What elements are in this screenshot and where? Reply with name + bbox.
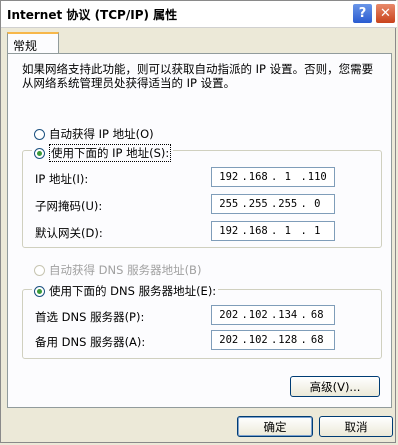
description-text: 如果网络支持此功能，则可以获取自动指派的 IP 设置。否则，您需要从网络系统管理… — [22, 62, 374, 90]
mask-octet-1: 255 — [219, 198, 239, 210]
preferred-dns-field[interactable]: 202. 102. 134. 68 — [211, 305, 335, 325]
auto-ip-label: 自动获得 IP 地址(O) — [49, 127, 154, 141]
adns-octet-2: 102 — [248, 334, 268, 346]
subnet-mask-label: 子网掩码(U): — [35, 199, 103, 213]
manual-dns-option[interactable]: 使用下面的 DNS 服务器地址(E): — [32, 283, 219, 299]
alternate-dns-field[interactable]: 202. 102. 128. 68 — [211, 330, 335, 350]
ip-address-label: IP 地址(I): — [35, 172, 89, 186]
help-button[interactable]: ? — [352, 3, 373, 24]
mask-octet-3: 255 — [278, 198, 298, 210]
ip-address-field[interactable]: 192. 168. 1. 110 — [211, 167, 335, 187]
auto-dns-label: 自动获得 DNS 服务器地址(B) — [49, 263, 202, 277]
auto-ip-option[interactable]: 自动获得 IP 地址(O) — [34, 126, 154, 142]
general-panel: 如果网络支持此功能，则可以获取自动指派的 IP 设置。否则，您需要从网络系统管理… — [7, 53, 392, 408]
manual-ip-option[interactable]: 使用下面的 IP 地址(S): — [32, 144, 174, 162]
cancel-button[interactable]: 取消 — [319, 416, 393, 437]
auto-ip-radio[interactable] — [34, 128, 45, 140]
tab-general[interactable]: 常规 — [7, 32, 59, 54]
preferred-dns-label: 首选 DNS 服务器(P): — [35, 310, 145, 324]
ok-button[interactable]: 确定 — [237, 416, 313, 437]
window-title: Internet 协议 (TCP/IP) 属性 — [7, 8, 178, 22]
pdns-octet-4: 68 — [310, 309, 324, 321]
manual-ip-label: 使用下面的 IP 地址(S): — [49, 144, 172, 162]
manual-dns-label: 使用下面的 DNS 服务器地址(E): — [49, 284, 217, 298]
alternate-dns-label: 备用 DNS 服务器(A): — [35, 335, 146, 349]
ip-octet-3: 1 — [284, 171, 291, 183]
gw-octet-2: 168 — [248, 225, 268, 237]
gw-octet-4: 1 — [314, 225, 321, 237]
gw-octet-1: 192 — [219, 225, 239, 237]
auto-dns-option: 自动获得 DNS 服务器地址(B) — [34, 262, 201, 278]
tab-general-label: 常规 — [13, 39, 38, 53]
subnet-mask-field[interactable]: 255. 255. 255. 0 — [211, 194, 335, 214]
default-gateway-label: 默认网关(D): — [35, 226, 103, 240]
ok-button-label: 确定 — [263, 419, 287, 434]
manual-dns-radio[interactable] — [34, 285, 45, 297]
adns-octet-1: 202 — [219, 334, 239, 346]
ip-octet-2: 168 — [248, 171, 268, 183]
pdns-octet-1: 202 — [219, 309, 239, 321]
close-button[interactable]: ✕ — [375, 3, 396, 24]
advanced-button-label: 高级(V)... — [309, 379, 361, 394]
adns-octet-4: 68 — [310, 334, 324, 346]
mask-octet-4: 0 — [314, 198, 321, 210]
dialog-window: Internet 协议 (TCP/IP) 属性 ? ✕ 常规 如果网络支持此功能… — [0, 0, 397, 443]
auto-dns-radio — [34, 264, 45, 276]
pdns-octet-2: 102 — [248, 309, 268, 321]
adns-octet-3: 128 — [278, 334, 298, 346]
cancel-button-label: 取消 — [344, 419, 368, 434]
default-gateway-field[interactable]: 192. 168. 1. 1 — [211, 221, 335, 241]
ip-octet-1: 192 — [219, 171, 239, 183]
gw-octet-3: 1 — [284, 225, 291, 237]
title-bar[interactable]: Internet 协议 (TCP/IP) 属性 ? ✕ — [1, 1, 397, 28]
close-icon: ✕ — [380, 6, 391, 21]
advanced-button[interactable]: 高级(V)... — [290, 376, 380, 397]
help-icon: ? — [358, 6, 367, 21]
ip-octet-4: 110 — [307, 171, 327, 183]
pdns-octet-3: 134 — [278, 309, 298, 321]
mask-octet-2: 255 — [248, 198, 268, 210]
manual-ip-radio[interactable] — [34, 147, 45, 159]
